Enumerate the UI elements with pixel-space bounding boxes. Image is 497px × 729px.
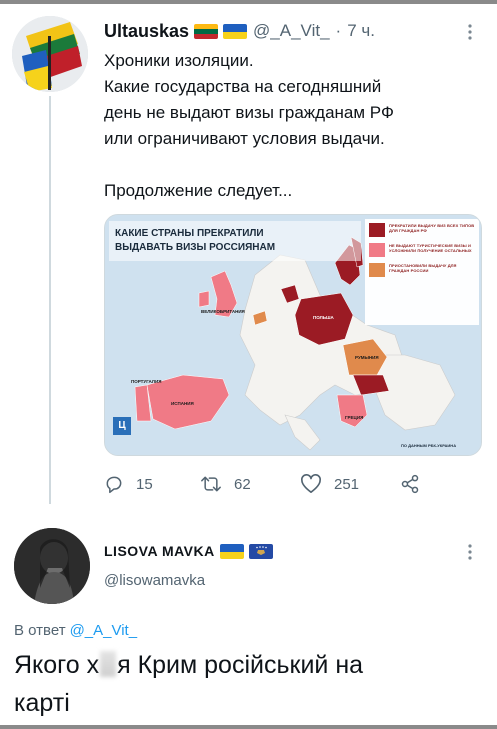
top-edge bbox=[0, 0, 497, 4]
tweet-line: Хроники изоляции. bbox=[104, 51, 254, 70]
reply-text: Якого х я Крим російський на карті bbox=[14, 646, 484, 722]
author-name[interactable]: Ultauskas bbox=[104, 21, 189, 42]
tweet-text: Хроники изоляции. Какие государства на с… bbox=[104, 48, 484, 204]
tweet-time[interactable]: 7 ч. bbox=[347, 21, 375, 41]
source-logo: Ц bbox=[113, 417, 131, 435]
retweet-icon bbox=[201, 476, 221, 492]
map-image-card[interactable]: КАКИЕ СТРАНЫ ПРЕКРАТИЛИ ВЫДАВАТЬ ВИЗЫ РО… bbox=[104, 214, 482, 456]
country-label-romania: РУМЫНИЯ bbox=[355, 355, 379, 360]
map-title-line: КАКИЕ СТРАНЫ ПРЕКРАТИЛИ bbox=[115, 228, 264, 239]
country-label-uk: ВЕЛИКОБРИТАНИЯ bbox=[201, 309, 245, 314]
reply-author-name[interactable]: LISOVA MAVKA bbox=[104, 543, 215, 559]
retweet-button[interactable]: 62 bbox=[200, 470, 251, 498]
heart-icon bbox=[301, 474, 321, 493]
map-source: ПО ДАННЫМ РБК-УКРАИНА bbox=[401, 443, 457, 448]
tweet-header: Ultauskas @_A_Vit_ · 7 ч. bbox=[104, 18, 375, 44]
tweet-line: или ограничивают условия выдачи. bbox=[104, 129, 385, 148]
legend-item: ПРЕКРАТИЛИ ВЫДАЧУ ВИЗ ВСЕХ ТИПОВ ДЛЯ ГРА… bbox=[369, 223, 477, 237]
bottom-edge bbox=[0, 725, 497, 729]
censor-blur bbox=[100, 651, 117, 677]
share-icon bbox=[401, 474, 419, 494]
country-label-portugal: ПОРТУГАЛИЯ bbox=[131, 379, 162, 384]
legend-label: НЕ ВЫДАЮТ ТУРИСТИЧЕСКИЕ ВИЗЫ И УСЛОЖНИЛИ… bbox=[389, 243, 472, 253]
map-title-line: ВЫДАВАТЬ ВИЗЫ РОССИЯНАМ bbox=[115, 242, 276, 253]
replying-to: В ответ @_A_Vit_ bbox=[14, 622, 137, 639]
tweet-line: Продолжение следует... bbox=[104, 181, 293, 200]
reply-line: карті bbox=[14, 689, 70, 717]
share-button[interactable] bbox=[400, 470, 432, 498]
thread-line bbox=[49, 96, 51, 504]
ukraine-flag-icon bbox=[219, 543, 244, 559]
reply-author-avatar[interactable] bbox=[14, 528, 90, 604]
legend-swatch bbox=[369, 223, 385, 237]
legend-item: НЕ ВЫДАЮТ ТУРИСТИЧЕСКИЕ ВИЗЫ И УСЛОЖНИЛИ… bbox=[369, 243, 477, 257]
reply-line: Якого х я Крим російський на bbox=[14, 646, 484, 684]
lithuania-flag-icon bbox=[194, 23, 219, 39]
tweet-line: день не выдают визы гражданам РФ bbox=[104, 103, 394, 122]
legend-swatch bbox=[369, 263, 385, 277]
replying-to-link[interactable]: @_A_Vit_ bbox=[70, 622, 138, 639]
author-handle[interactable]: @_A_Vit_ bbox=[253, 21, 330, 41]
replying-to-label: В ответ bbox=[14, 622, 66, 639]
reply-text-end: я Крим російський на bbox=[117, 651, 364, 679]
like-count: 251 bbox=[334, 475, 360, 493]
map-legend: ПРЕКРАТИЛИ ВЫДАЧУ ВИЗ ВСЕХ ТИПОВ ДЛЯ ГРА… bbox=[369, 223, 477, 283]
country-label-greece: ГРЕЦИЯ bbox=[345, 415, 364, 420]
reply-author-handle[interactable]: @lisowamavka bbox=[104, 572, 205, 589]
tweet-line: Какие государства на сегодняшний bbox=[104, 77, 382, 96]
legend-label: ПРЕКРАТИЛИ ВЫДАЧУ ВИЗ ВСЕХ ТИПОВ ДЛЯ ГРА… bbox=[389, 223, 475, 233]
reply-header: LISOVA MAVKA bbox=[104, 540, 273, 562]
ukraine-flag-icon bbox=[223, 23, 248, 39]
legend-swatch bbox=[369, 243, 385, 257]
kosovo-flag-icon bbox=[248, 543, 273, 559]
author-avatar[interactable] bbox=[12, 16, 88, 92]
reply-count: 15 bbox=[136, 475, 153, 493]
reply-button[interactable]: 15 bbox=[104, 470, 153, 498]
reply-text-start: Якого х bbox=[14, 651, 100, 679]
separator-dot: · bbox=[335, 21, 342, 40]
country-label-spain: ИСПАНИЯ bbox=[171, 401, 194, 406]
retweet-count: 62 bbox=[234, 475, 251, 493]
legend-item: ПРИОСТАНОВИЛИ ВЫДАЧУ ДЛЯ ГРАЖДАН РОССИИ bbox=[369, 263, 477, 277]
like-button[interactable]: 251 bbox=[300, 470, 359, 498]
more-options-icon[interactable] bbox=[460, 540, 480, 564]
map-title: КАКИЕ СТРАНЫ ПРЕКРАТИЛИ ВЫДАВАТЬ ВИЗЫ РО… bbox=[115, 227, 355, 255]
more-options-icon[interactable] bbox=[460, 20, 480, 44]
legend-label: ПРИОСТАНОВИЛИ ВЫДАЧУ ДЛЯ ГРАЖДАН РОССИИ bbox=[389, 263, 457, 273]
reply-icon bbox=[106, 476, 122, 494]
country-label-poland: ПОЛЬША bbox=[313, 315, 334, 320]
